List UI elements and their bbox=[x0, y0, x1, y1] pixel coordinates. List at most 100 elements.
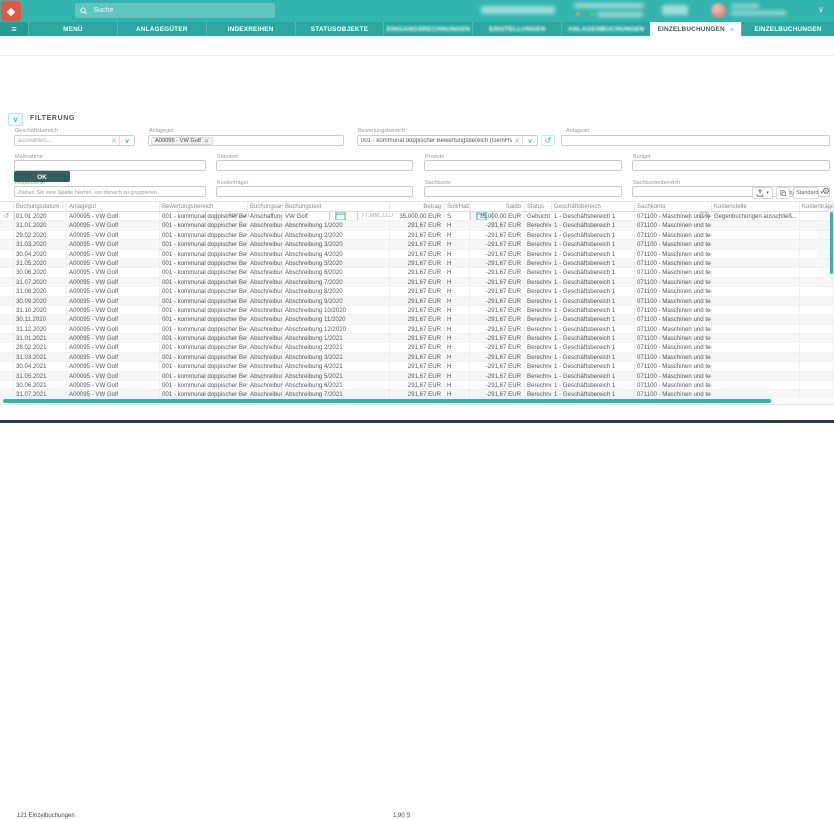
budget-input[interactable] bbox=[633, 163, 829, 169]
vertical-scrollbar[interactable] bbox=[830, 212, 833, 274]
anlagegut-chip[interactable]: A00095 - VW Golf ✕ bbox=[151, 137, 213, 145]
filter-sachkonto[interactable] bbox=[424, 186, 622, 197]
table-row[interactable]: 30.06.2021A00095 - VW Golf001 - kommunal… bbox=[0, 381, 834, 390]
cell-geschaeftsbereich: 1 - Geschäftsbereich 1 bbox=[552, 297, 635, 305]
search-input[interactable] bbox=[92, 6, 271, 15]
table-row[interactable]: 31.08.2020A00095 - VW Golf001 - kommunal… bbox=[0, 287, 834, 296]
filter-standort[interactable] bbox=[216, 160, 413, 171]
chevron-down-icon[interactable]: ∨ bbox=[523, 137, 537, 145]
cell-saldo: -291,67 EUR bbox=[470, 221, 525, 229]
cell-bewertungsbereich: 001 - kommunal doppischer Bewertungsbe..… bbox=[160, 287, 248, 295]
table-row[interactable]: 30.09.2020A00095 - VW Golf001 - kommunal… bbox=[0, 297, 834, 306]
reset-bewertungsbereich-button[interactable]: ↺ bbox=[541, 135, 555, 146]
cell-saldo: -291,67 EUR bbox=[470, 259, 525, 267]
table-row[interactable]: 28.02.2021A00095 - VW Golf001 - kommunal… bbox=[0, 343, 834, 352]
cell-betrag: 291,67 EUR bbox=[390, 278, 445, 286]
produkt-input[interactable] bbox=[425, 163, 621, 169]
kostentraeger-input[interactable] bbox=[217, 189, 412, 195]
anlageart-input[interactable] bbox=[562, 138, 829, 144]
standort-input[interactable] bbox=[217, 163, 412, 169]
table-row[interactable]: 31.05.2021A00095 - VW Golf001 - kommunal… bbox=[0, 372, 834, 381]
table-row[interactable]: 31.05.2020A00095 - VW Golf001 - kommunal… bbox=[0, 259, 834, 268]
tab-anlagenbuchungen[interactable]: ANLAGENBUCHUNGEN bbox=[561, 22, 650, 36]
search-icon bbox=[80, 7, 88, 15]
table-row[interactable]: 29.02.2020A00095 - VW Golf001 - kommunal… bbox=[0, 231, 834, 240]
filter-massnahme[interactable] bbox=[14, 160, 206, 171]
filter-kostentraeger[interactable] bbox=[216, 186, 413, 197]
user-avatar[interactable] bbox=[711, 3, 726, 18]
tab-men-[interactable]: MENÜ bbox=[28, 22, 117, 36]
column-header-sachkonto[interactable]: Sachkonto bbox=[635, 202, 712, 211]
collapse-filter-chevron-icon[interactable]: ∨ bbox=[8, 113, 23, 126]
cell-status: Berechnet bbox=[525, 297, 552, 305]
global-search[interactable] bbox=[75, 3, 275, 18]
cell-status: Berechnet bbox=[525, 325, 552, 333]
user-menu-chevron-icon[interactable]: ∨ bbox=[818, 5, 824, 14]
table-row[interactable]: 30.04.2020A00095 - VW Golf001 - kommunal… bbox=[0, 250, 834, 259]
massnahme-input[interactable] bbox=[15, 163, 205, 169]
table-row[interactable]: 31.10.2020A00095 - VW Golf001 - kommunal… bbox=[0, 306, 834, 315]
clear-icon[interactable]: ✕ bbox=[512, 137, 522, 145]
table-row[interactable]: 30.06.2020A00095 - VW Golf001 - kommunal… bbox=[0, 268, 834, 277]
filter-budget[interactable] bbox=[632, 160, 830, 171]
remove-chip-icon[interactable]: ✕ bbox=[204, 137, 209, 145]
tab-einstellungen[interactable]: EINSTELLUNGEN bbox=[472, 22, 561, 36]
column-header-bewertungsbereich[interactable]: Bewertungsbereich bbox=[160, 202, 248, 211]
filter-geschaeftsbereich[interactable]: auswählen... ✕ ∨ bbox=[14, 135, 135, 146]
filter-bewertungsbereich[interactable]: 001 - kommunal doppischer Bewertungsbere… bbox=[357, 135, 538, 146]
app-logo[interactable]: ◆ bbox=[1, 1, 21, 21]
table-row[interactable]: 31.03.2020A00095 - VW Golf001 - kommunal… bbox=[0, 240, 834, 249]
tab-indexreihen[interactable]: INDEXREIHEN bbox=[206, 22, 295, 36]
grid-settings-gear-icon[interactable]: ⚙ bbox=[822, 186, 830, 197]
cell-kostenstelle bbox=[712, 250, 800, 258]
cell-anlagegut: A00095 - VW Golf bbox=[67, 372, 160, 380]
cell-kostenstelle bbox=[712, 325, 800, 333]
close-tab-icon[interactable]: × bbox=[730, 25, 735, 34]
layout-selector-button[interactable]: ↻ Standard ▾ bbox=[793, 187, 819, 199]
tab-einzelbuchungen[interactable]: EINZELBUCHUNGEN× bbox=[650, 22, 741, 36]
column-header-saldo[interactable]: Saldo bbox=[470, 202, 525, 211]
table-row[interactable]: 31.03.2021A00095 - VW Golf001 - kommunal… bbox=[0, 353, 834, 362]
table-row[interactable]: ↺01.01.2020A00095 - VW Golf001 - kommuna… bbox=[0, 212, 834, 221]
horizontal-scrollbar[interactable] bbox=[3, 399, 771, 403]
table-row[interactable]: 31.07.2020A00095 - VW Golf001 - kommunal… bbox=[0, 278, 834, 287]
column-header-buchungsart[interactable]: Buchungsart bbox=[248, 202, 283, 211]
cell-sachkonto: 071100 - Maschinen und technische Anlag.… bbox=[635, 306, 712, 314]
column-chooser-button[interactable] bbox=[776, 187, 790, 199]
ok-button[interactable]: OK bbox=[14, 171, 70, 182]
filter-produkt[interactable] bbox=[424, 160, 622, 171]
column-header-kostenstelle[interactable]: Kostenstelle bbox=[712, 202, 800, 211]
column-header-soll-haben[interactable]: Soll/Haben bbox=[445, 202, 470, 211]
column-header-status[interactable]: Status bbox=[525, 202, 552, 211]
table-row[interactable]: 31.01.2020A00095 - VW Golf001 - kommunal… bbox=[0, 221, 834, 230]
export-button[interactable]: ▾ bbox=[752, 187, 773, 199]
filter-anlageart[interactable] bbox=[561, 135, 830, 146]
column-header-geschaeftsbereich[interactable]: Geschäftsbereich bbox=[552, 202, 635, 211]
tab-statusobjekte[interactable]: STATUSOBJEKTE bbox=[295, 22, 384, 36]
table-row[interactable]: 30.04.2021A00095 - VW Golf001 - kommunal… bbox=[0, 362, 834, 371]
column-header-icon[interactable] bbox=[0, 202, 14, 211]
cell-buchungstext: Abschreibung 7/2020 bbox=[283, 278, 390, 286]
cell-betrag: 291,67 EUR bbox=[390, 381, 445, 389]
tab-einzelbuchungen-2[interactable]: EINZELBUCHUNGEN bbox=[741, 22, 834, 36]
column-header-anlagegut[interactable]: Anlagegut bbox=[67, 202, 160, 211]
chevron-down-icon[interactable]: ∨ bbox=[120, 137, 134, 145]
column-header-betrag[interactable]: Betrag bbox=[390, 202, 445, 211]
group-by-drop-zone[interactable]: Ziehen Sie eine Spalte hierhin, um danac… bbox=[18, 190, 157, 196]
cell-buchungstext: Abschreibung 8/2020 bbox=[283, 287, 390, 295]
cell-status: Berechnet bbox=[525, 315, 552, 323]
clear-icon[interactable]: ✕ bbox=[109, 137, 119, 145]
filter-anlagegut[interactable]: A00095 - VW Golf ✕ bbox=[148, 135, 344, 146]
table-row[interactable]: 31.01.2021A00095 - VW Golf001 - kommunal… bbox=[0, 334, 834, 343]
table-row[interactable]: 30.11.2020A00095 - VW Golf001 - kommunal… bbox=[0, 315, 834, 324]
column-header-buchungsdatum[interactable]: Buchungsdatum↑ bbox=[14, 202, 67, 211]
cell-soll-haben: H bbox=[445, 343, 470, 351]
tab-anlageg-ter[interactable]: ANLAGEGÜTER bbox=[117, 22, 206, 36]
column-header-kostentraeger[interactable]: Kostenträger bbox=[800, 202, 834, 211]
table-row[interactable]: 31.12.2020A00095 - VW Golf001 - kommunal… bbox=[0, 325, 834, 334]
cell-saldo: -291,67 EUR bbox=[470, 278, 525, 286]
tab-eingangsrechnungen[interactable]: EINGANGSRECHNUNGEN bbox=[383, 22, 472, 36]
column-header-buchungstext[interactable]: Buchungstext bbox=[283, 202, 390, 211]
sachkonto-input[interactable] bbox=[425, 189, 621, 195]
hamburger-menu-icon[interactable]: ≡ bbox=[0, 22, 28, 36]
